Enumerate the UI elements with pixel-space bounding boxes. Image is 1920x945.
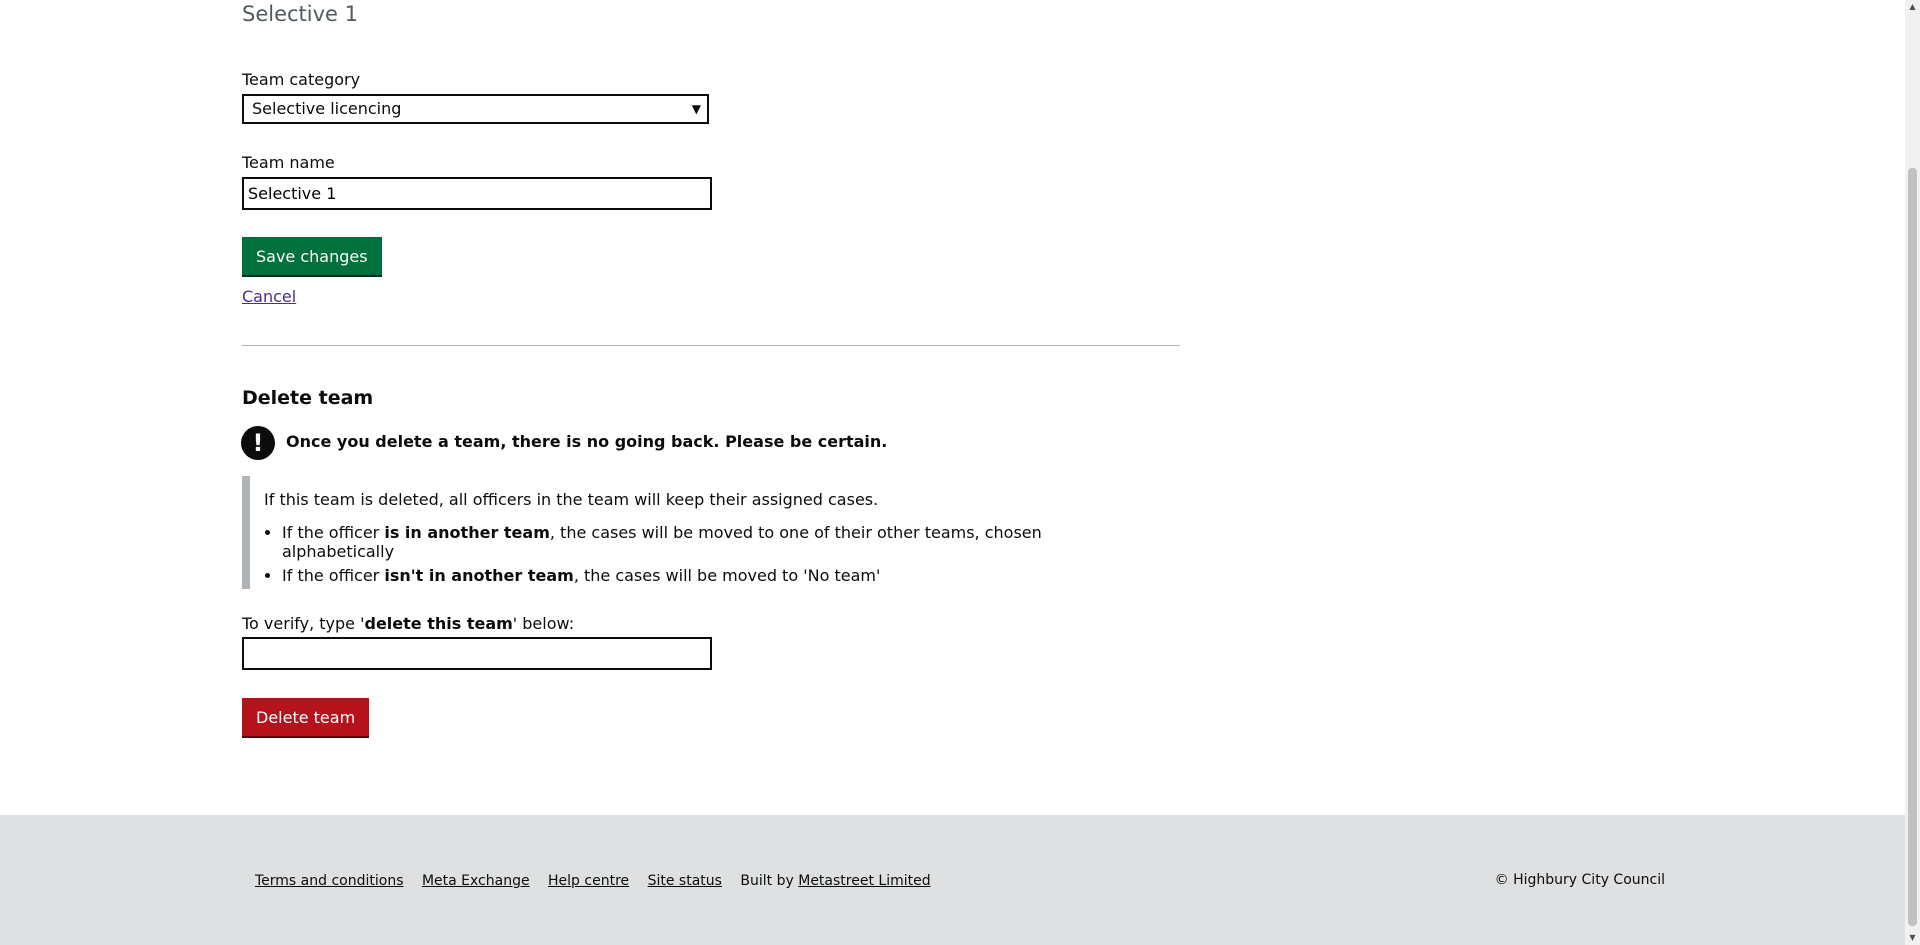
footer-built-by: Built by Metastreet Limited [740, 873, 931, 889]
footer-link-help-centre[interactable]: Help centre [548, 873, 629, 889]
footer-link-metastreet[interactable]: Metastreet Limited [798, 873, 930, 889]
list-item: If the officer isn't in another team, th… [282, 566, 1122, 585]
list-item: If the officer is in another team, the c… [282, 523, 1122, 561]
delete-team-button[interactable]: Delete team [242, 698, 370, 736]
save-changes-button[interactable]: Save changes [242, 237, 382, 275]
vertical-scrollbar[interactable]: ▲ ▼ [1905, 0, 1920, 945]
warning-icon: ! [241, 426, 275, 460]
consequence-list: If the officer is in another team, the c… [264, 523, 1122, 585]
team-name-label: Team name [242, 153, 335, 172]
verify-label: To verify, type 'delete this team' below… [242, 614, 575, 633]
team-name-input[interactable] [242, 177, 712, 210]
scrollbar-thumb[interactable] [1908, 168, 1917, 926]
inset-text: If this team is deleted, all officers in… [242, 476, 1122, 589]
footer-link-meta-exchange[interactable]: Meta Exchange [422, 873, 530, 889]
footer-copyright: © Highbury City Council [1494, 872, 1665, 888]
footer: Terms and conditions Meta Exchange Help … [0, 815, 1905, 945]
team-caption: Selective 1 [242, 2, 359, 26]
delete-team-heading: Delete team [242, 387, 374, 409]
scroll-up-arrow-icon[interactable]: ▲ [1905, 0, 1920, 14]
footer-link-site-status[interactable]: Site status [648, 873, 722, 889]
chevron-down-icon: ▼ [691, 102, 701, 116]
verify-delete-input[interactable] [242, 637, 712, 670]
page: Selective 1 Team category Selective lice… [0, 0, 1905, 945]
section-divider [242, 345, 1180, 346]
team-category-value: Selective licencing [252, 99, 402, 118]
scroll-down-arrow-icon[interactable]: ▼ [1905, 931, 1920, 945]
footer-links: Terms and conditions Meta Exchange Help … [255, 873, 931, 889]
cancel-link[interactable]: Cancel [242, 287, 296, 306]
team-category-select[interactable]: Selective licencing ▼ [242, 94, 709, 124]
warning-text: Once you delete a team, there is no goin… [286, 432, 888, 451]
footer-link-terms[interactable]: Terms and conditions [255, 873, 404, 889]
inset-paragraph: If this team is deleted, all officers in… [264, 490, 879, 509]
team-category-label: Team category [242, 70, 361, 89]
